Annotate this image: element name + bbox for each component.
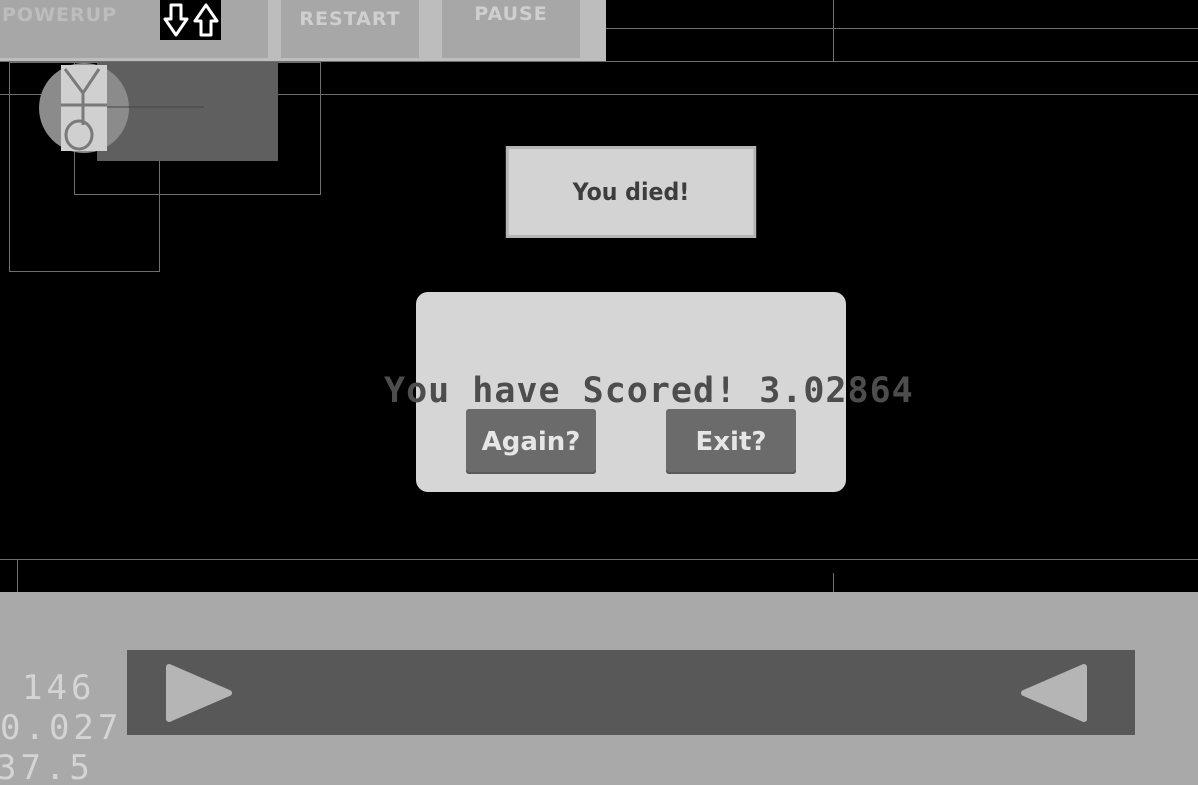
pause-button[interactable]: PAUSE <box>442 0 580 58</box>
down-up-arrows-icon[interactable] <box>160 0 221 40</box>
pause-label: PAUSE <box>474 3 548 25</box>
guide-line <box>833 0 834 61</box>
you-died-banner: You died! <box>505 146 757 238</box>
restart-label: RESTART <box>299 8 401 30</box>
guide-line <box>606 28 1198 29</box>
score-text: You have Scored! 3.02864 <box>384 371 914 411</box>
again-button[interactable]: Again? <box>466 409 596 474</box>
guide-line <box>0 559 1198 560</box>
exit-button[interactable]: Exit? <box>666 409 796 474</box>
play-right-icon[interactable] <box>163 663 235 723</box>
player-sprite <box>39 63 204 153</box>
exit-label: Exit? <box>695 426 767 457</box>
stat-line: 37.5 <box>0 748 94 785</box>
stat-line: 146 <box>22 668 96 708</box>
restart-button[interactable]: RESTART <box>281 0 419 58</box>
control-strip <box>127 650 1135 735</box>
you-died-text: You died! <box>572 178 690 206</box>
powerup-label: POWERUP <box>2 4 117 26</box>
powerup-button[interactable]: POWERUP <box>0 0 268 58</box>
game-screen: POWERUP RESTART PAUSE You died! You have… <box>0 0 1198 785</box>
again-label: Again? <box>481 426 581 457</box>
stat-line: 0.027 <box>0 708 123 748</box>
stats-readout: 146 0.027 37.5 <box>0 668 122 785</box>
play-left-icon[interactable] <box>1018 663 1090 723</box>
top-toolbar: POWERUP RESTART PAUSE <box>0 0 606 61</box>
